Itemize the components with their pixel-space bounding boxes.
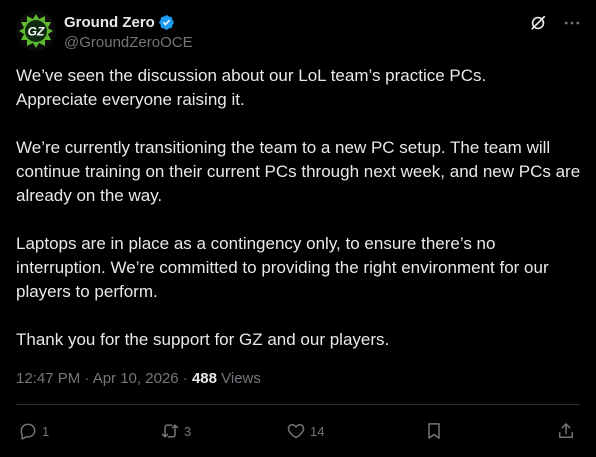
tweet-paragraph: Laptops are in place as a contingency on… bbox=[16, 234, 549, 301]
tweet-card: GZ Ground Zero @GroundZeroOCE We’ve seen… bbox=[0, 0, 596, 457]
tweet-paragraph: Thank you for the support for GZ and our… bbox=[16, 330, 390, 349]
verified-badge-icon[interactable] bbox=[158, 14, 175, 31]
grok-icon[interactable] bbox=[528, 13, 548, 33]
avatar-initials: GZ bbox=[28, 25, 45, 39]
ground-zero-logo: GZ bbox=[16, 11, 56, 51]
heart-icon bbox=[287, 424, 305, 439]
bookmark-icon bbox=[428, 423, 440, 439]
like-count: 14 bbox=[310, 423, 325, 439]
display-name[interactable]: Ground Zero bbox=[64, 14, 155, 31]
tweet-text: We’ve seen the discussion about our LoL … bbox=[16, 64, 582, 352]
more-options-icon[interactable] bbox=[562, 13, 582, 33]
share-icon bbox=[559, 423, 573, 438]
action-bar: 1 3 14 bbox=[16, 416, 580, 446]
reply-button[interactable]: 1 bbox=[18, 416, 49, 446]
repost-count: 3 bbox=[184, 423, 192, 439]
tweet-header: GZ Ground Zero @GroundZeroOCE bbox=[16, 11, 582, 53]
bookmark-button[interactable] bbox=[424, 416, 444, 446]
views-count[interactable]: 488 bbox=[192, 370, 217, 387]
author-handle[interactable]: @GroundZeroOCE bbox=[64, 33, 193, 53]
repost-button[interactable]: 3 bbox=[160, 416, 191, 446]
views-label: Views bbox=[216, 370, 261, 387]
avatar[interactable]: GZ bbox=[16, 11, 56, 51]
timestamp[interactable]: 12:47 PM · Apr 10, 2026 · bbox=[16, 370, 192, 387]
repost-icon bbox=[161, 424, 179, 438]
tweet-paragraph: We’ve seen the discussion about our LoL … bbox=[16, 66, 487, 109]
divider bbox=[16, 404, 580, 405]
reply-count: 1 bbox=[42, 423, 50, 439]
like-button[interactable]: 14 bbox=[286, 416, 324, 446]
tweet-paragraph: We’re currently transitioning the team t… bbox=[16, 138, 581, 205]
header-actions bbox=[528, 11, 582, 33]
reply-icon bbox=[20, 423, 36, 440]
author-names: Ground Zero @GroundZeroOCE bbox=[64, 12, 193, 53]
share-button[interactable] bbox=[556, 416, 576, 446]
tweet-meta: 12:47 PM · Apr 10, 2026 · 488 Views bbox=[16, 369, 261, 389]
